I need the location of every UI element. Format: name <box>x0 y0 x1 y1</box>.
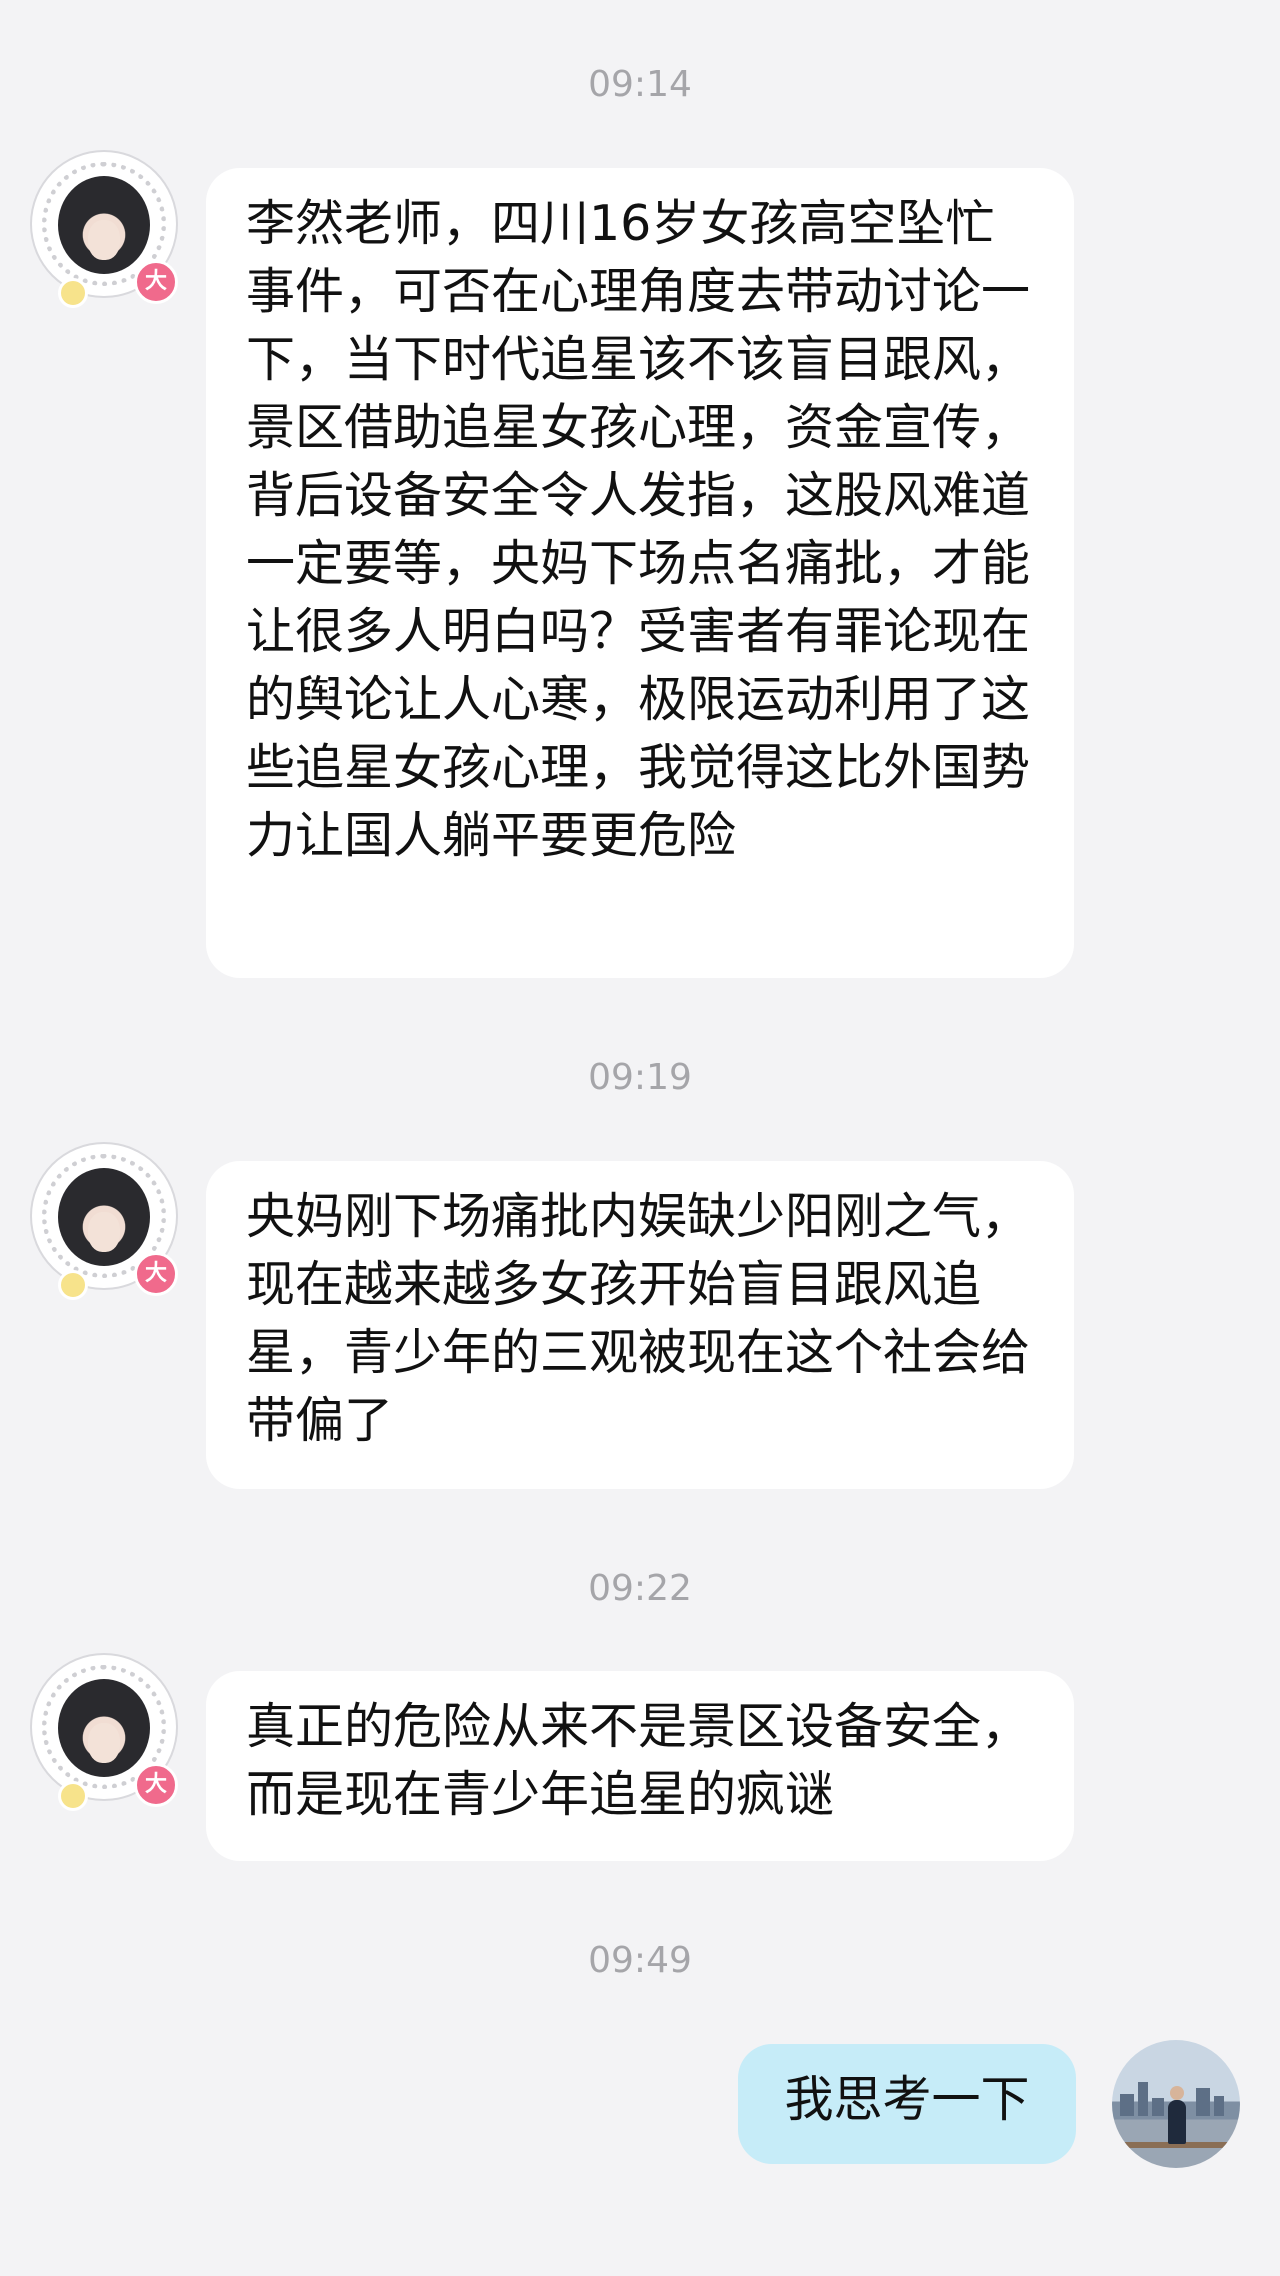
message-bubble[interactable]: 李然老师，四川16岁女孩高空坠忙事件，可否在心理角度去带动讨论一下，当下时代追星… <box>206 168 1074 978</box>
message-bubble[interactable]: 真正的危险从来不是景区设备安全，而是现在青少年追星的疯谜 <box>206 1671 1074 1861</box>
level-dot-icon <box>58 1270 88 1300</box>
level-dot-icon <box>58 1781 88 1811</box>
my-message-bubble[interactable]: 我思考一下 <box>738 2044 1076 2164</box>
avatar-image <box>58 1168 150 1266</box>
member-badge: 大 <box>134 260 178 304</box>
sender-avatar[interactable]: 大 <box>36 1659 178 1811</box>
level-dot-icon <box>58 278 88 308</box>
sender-avatar[interactable]: 大 <box>36 1148 178 1300</box>
avatar-image <box>58 176 150 274</box>
member-badge: 大 <box>134 1763 178 1807</box>
sender-avatar[interactable]: 大 <box>36 156 178 308</box>
timestamp: 09:22 <box>588 1568 692 1609</box>
timestamp: 09:49 <box>588 1940 692 1981</box>
avatar-image <box>58 1679 150 1777</box>
member-badge: 大 <box>134 1252 178 1296</box>
my-avatar[interactable] <box>1112 2040 1240 2168</box>
timestamp: 09:19 <box>588 1057 692 1098</box>
timestamp: 09:14 <box>588 64 692 105</box>
message-bubble[interactable]: 央妈刚下场痛批内娱缺少阳刚之气，现在越来越多女孩开始盲目跟风追星，青少年的三观被… <box>206 1161 1074 1489</box>
